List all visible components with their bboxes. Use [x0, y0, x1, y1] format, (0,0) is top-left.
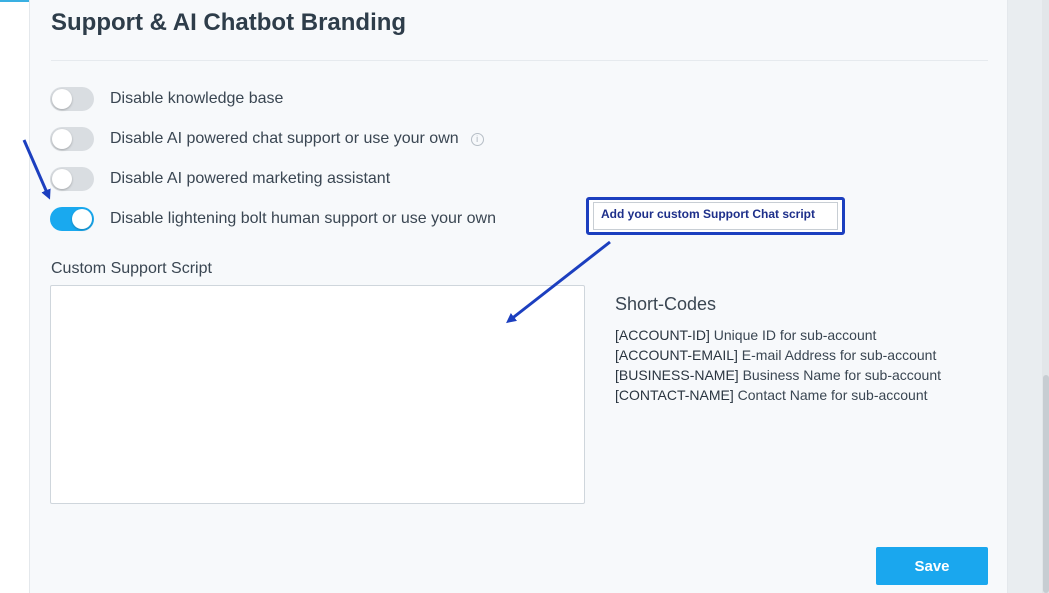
- annotation-arrow-to-toggle: [22, 139, 51, 200]
- annotation-arrow-to-script: [506, 240, 611, 324]
- annotation-arrows: [22, 139, 611, 324]
- save-button[interactable]: Save: [876, 547, 988, 585]
